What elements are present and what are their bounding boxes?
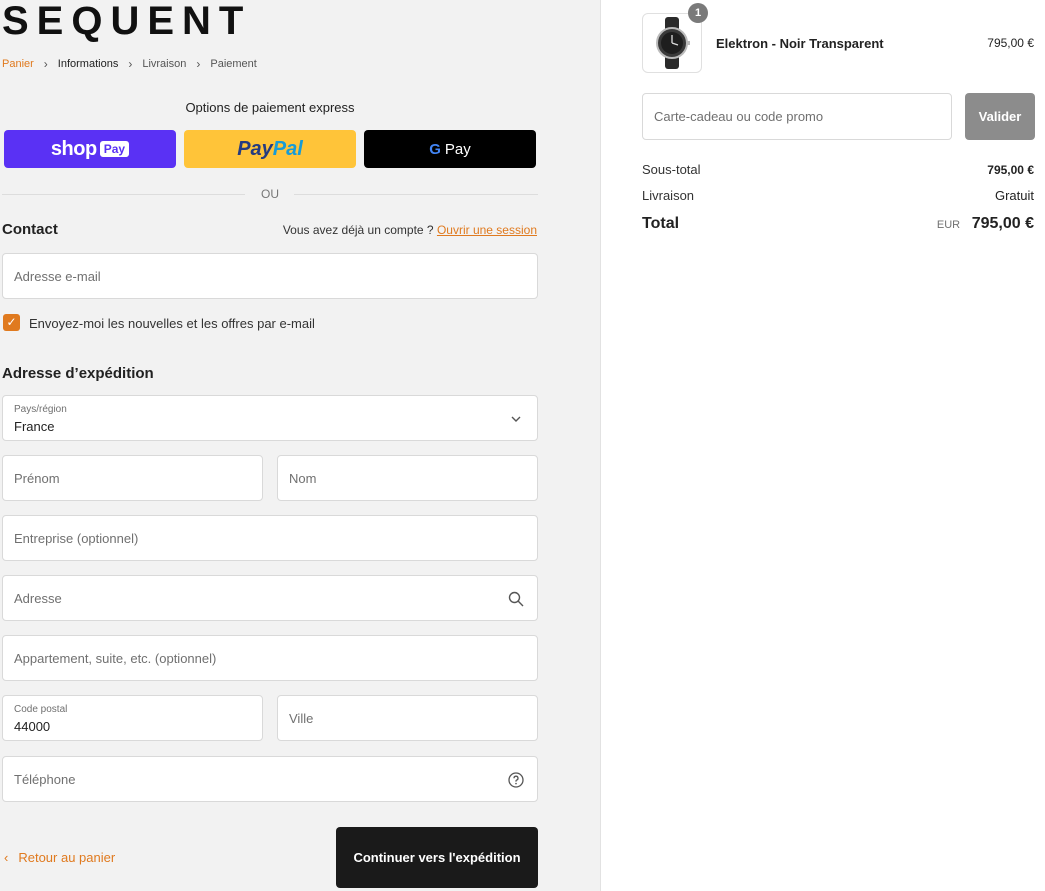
chevron-left-icon: ‹ bbox=[4, 850, 9, 865]
help-icon[interactable] bbox=[507, 771, 525, 789]
chevron-down-icon bbox=[507, 410, 525, 428]
shop-pay-button[interactable]: shop Pay bbox=[4, 130, 176, 168]
phone-field[interactable]: Téléphone bbox=[2, 756, 538, 802]
checkmark-icon: ✓ bbox=[6, 315, 17, 329]
total-value: 795,00 € bbox=[971, 215, 1034, 232]
product-price: 795,00 € bbox=[987, 36, 1034, 50]
google-pay-label: Pay bbox=[444, 140, 471, 158]
subtotal-row: Sous-total 795,00 € bbox=[642, 162, 1034, 177]
paypal-wordmark: PayPal bbox=[237, 137, 303, 160]
watch-icon bbox=[656, 17, 690, 69]
apply-promo-button[interactable]: Valider bbox=[965, 93, 1035, 140]
country-label: Pays/région bbox=[14, 404, 67, 415]
country-select[interactable]: Pays/région France bbox=[2, 395, 538, 441]
total-currency: EUR bbox=[936, 219, 961, 231]
chevron-right-icon: › bbox=[43, 57, 48, 71]
search-icon bbox=[507, 590, 525, 608]
google-icon: G bbox=[429, 140, 441, 158]
total-row: Total EUR 795,00 € bbox=[642, 215, 1034, 232]
newsletter-checkbox[interactable]: ✓ bbox=[3, 314, 20, 331]
shipping-address-title: Adresse d’expédition bbox=[2, 365, 154, 382]
contact-title: Contact bbox=[2, 221, 58, 238]
subtotal-value: 795,00 € bbox=[987, 163, 1034, 177]
country-value: France bbox=[14, 419, 55, 434]
back-to-cart-link[interactable]: ‹ Retour au panier bbox=[4, 850, 115, 865]
shipping-row: Livraison Gratuit bbox=[642, 188, 1034, 203]
address-field[interactable]: Adresse bbox=[2, 575, 538, 621]
divider-right bbox=[294, 194, 538, 195]
email-placeholder: Adresse e-mail bbox=[14, 269, 101, 284]
product-name: Elektron - Noir Transparent bbox=[716, 36, 884, 51]
google-pay-button[interactable]: G Pay bbox=[364, 130, 536, 168]
login-link[interactable]: Ouvrir une session bbox=[437, 223, 537, 237]
apartment-field[interactable]: Appartement, suite, etc. (optionnel) bbox=[2, 635, 538, 681]
breadcrumb-shipping: Livraison bbox=[142, 58, 187, 70]
chevron-right-icon: › bbox=[128, 57, 133, 71]
email-field[interactable]: Adresse e-mail bbox=[2, 253, 538, 299]
last-name-field[interactable]: Nom bbox=[277, 455, 538, 501]
company-field[interactable]: Entreprise (optionnel) bbox=[2, 515, 538, 561]
shop-pay-badge: Pay bbox=[99, 141, 130, 157]
chevron-right-icon: › bbox=[196, 57, 201, 71]
divider-left bbox=[2, 194, 245, 195]
promo-code-input[interactable]: Carte-cadeau ou code promo bbox=[642, 93, 952, 140]
store-logo[interactable]: SEQUENT bbox=[2, 1, 251, 41]
quantity-badge: 1 bbox=[688, 3, 708, 23]
checkout-form-panel: SEQUENT Panier › Informations › Livraiso… bbox=[0, 0, 601, 891]
breadcrumb-cart[interactable]: Panier bbox=[2, 58, 34, 70]
breadcrumb-information: Informations bbox=[57, 58, 119, 70]
postal-code-field[interactable]: Code postal 44000 bbox=[2, 695, 263, 741]
breadcrumb-payment: Paiement bbox=[210, 58, 257, 70]
breadcrumb: Panier › Informations › Livraison › Paie… bbox=[2, 57, 257, 71]
express-checkout-title: Options de paiement express bbox=[185, 100, 355, 115]
paypal-button[interactable]: PayPal bbox=[184, 130, 356, 168]
continue-to-shipping-button[interactable]: Continuer vers l'expédition bbox=[336, 827, 538, 888]
city-field[interactable]: Ville bbox=[277, 695, 538, 741]
shipping-value: Gratuit bbox=[994, 188, 1034, 203]
account-prompt: Vous avez déjà un compte ? Ouvrir une se… bbox=[282, 223, 537, 237]
order-summary-panel: 1 Elektron - Noir Transparent 795,00 € C… bbox=[601, 0, 1045, 891]
shop-pay-wordmark: shop bbox=[50, 137, 97, 160]
newsletter-label: Envoyez-moi les nouvelles et les offres … bbox=[29, 316, 315, 331]
or-separator: OU bbox=[261, 187, 279, 201]
first-name-field[interactable]: Prénom bbox=[2, 455, 263, 501]
